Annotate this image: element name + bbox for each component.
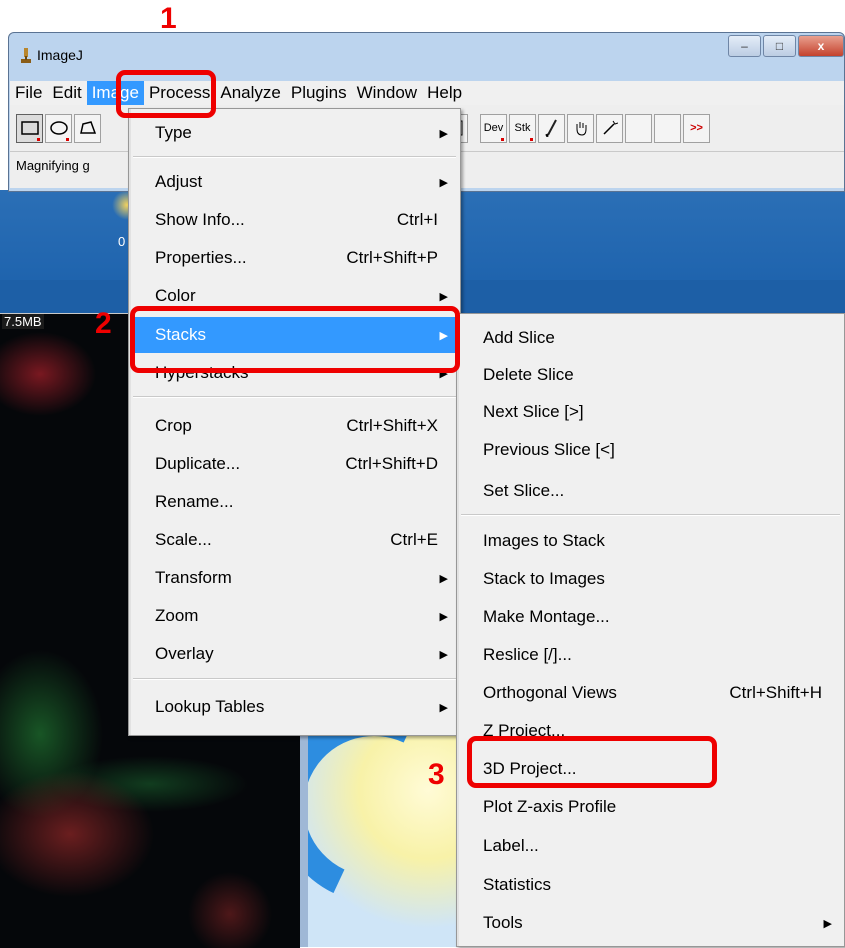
menu-item-previous-slice[interactable]: Previous Slice [<] xyxy=(459,432,842,468)
dev-label: Dev xyxy=(483,122,504,134)
menu-item-make-montage[interactable]: Make Montage... xyxy=(459,599,842,635)
submenu-arrow-icon: ▶ xyxy=(439,290,448,303)
submenu-arrow-icon: ▶ xyxy=(439,610,448,623)
empty-tool-slot-1[interactable] xyxy=(625,113,652,143)
menu-item-lookup-tables[interactable]: Lookup Tables ▶ xyxy=(131,689,458,725)
polygon-icon xyxy=(79,121,96,134)
submenu-arrow-icon: ▶ xyxy=(439,572,448,585)
dev-menu-tool[interactable]: Dev xyxy=(480,113,507,143)
menu-plugins[interactable]: Plugins xyxy=(286,81,352,105)
window-title: ImageJ xyxy=(37,47,83,63)
menu-item-adjust[interactable]: Adjust ▶ xyxy=(131,164,458,200)
menu-item-overlay[interactable]: Overlay ▶ xyxy=(131,636,458,672)
menu-item-delete-slice[interactable]: Delete Slice xyxy=(459,357,842,393)
menu-item-zoom[interactable]: Zoom ▶ xyxy=(131,598,458,634)
menu-item-duplicate[interactable]: Duplicate... Ctrl+Shift+D xyxy=(131,446,458,482)
image-size-label: 7.5MB xyxy=(2,314,44,329)
minimize-button[interactable]: – xyxy=(728,35,761,57)
menu-item-transform[interactable]: Transform ▶ xyxy=(131,560,458,596)
step-2-highlight-box xyxy=(130,306,460,373)
submenu-arrow-icon: ▶ xyxy=(439,176,448,189)
menu-help[interactable]: Help xyxy=(422,81,467,105)
maximize-icon: □ xyxy=(775,39,784,53)
menu-item-properties[interactable]: Properties... Ctrl+Shift+P xyxy=(131,240,458,276)
menu-item-scale[interactable]: Scale... Ctrl+E xyxy=(131,522,458,558)
brush-icon xyxy=(544,119,557,137)
menu-item-type[interactable]: Type ▶ xyxy=(131,115,458,151)
menu-separator xyxy=(461,514,840,516)
step-1-highlight-box xyxy=(116,70,216,118)
background-partial-text: 0 xyxy=(118,234,126,249)
menu-item-images-to-stack[interactable]: Images to Stack xyxy=(459,523,842,559)
menu-item-next-slice[interactable]: Next Slice [>] xyxy=(459,394,842,430)
menu-separator xyxy=(133,396,456,398)
submenu-arrow-icon: ▶ xyxy=(439,127,448,140)
menu-item-show-info[interactable]: Show Info... Ctrl+I xyxy=(131,202,458,238)
close-icon: x xyxy=(817,39,825,53)
more-tools-button[interactable]: >> xyxy=(683,113,710,143)
menu-separator xyxy=(133,156,456,158)
empty-tool-slot-2[interactable] xyxy=(654,113,681,143)
oval-icon xyxy=(49,121,68,135)
oval-tool[interactable] xyxy=(45,113,72,143)
menu-item-set-slice[interactable]: Set Slice... xyxy=(459,473,842,509)
image-menu: Type ▶ Adjust ▶ Show Info... Ctrl+I Propert… xyxy=(128,108,461,736)
rectangle-tool[interactable] xyxy=(16,113,43,143)
minimize-icon: – xyxy=(741,39,748,53)
menu-item-crop[interactable]: Crop Ctrl+Shift+X xyxy=(131,408,458,444)
stacks-submenu: Add Slice Delete Slice Next Slice [>] Pr… xyxy=(456,313,845,947)
rectangle-icon xyxy=(20,121,39,135)
step-3-number: 3 xyxy=(428,758,445,791)
stk-label: Stk xyxy=(514,122,531,134)
menu-item-stack-to-images[interactable]: Stack to Images xyxy=(459,561,842,597)
step-1-number: 1 xyxy=(160,2,177,35)
wand-tool[interactable] xyxy=(596,113,623,143)
submenu-arrow-icon: ▶ xyxy=(823,917,832,930)
menu-item-rename[interactable]: Rename... xyxy=(131,484,458,520)
step-2-number: 2 xyxy=(95,307,112,340)
menu-item-label[interactable]: Label... xyxy=(459,828,842,864)
brush-tool[interactable] xyxy=(538,113,565,143)
menu-file[interactable]: File xyxy=(10,81,47,105)
menu-item-statistics[interactable]: Statistics xyxy=(459,867,842,903)
stack-menu-tool[interactable]: Stk xyxy=(509,113,536,143)
hand-icon xyxy=(576,122,586,136)
menu-separator xyxy=(133,678,456,680)
menu-item-orthogonal-views[interactable]: Orthogonal Views Ctrl+Shift+H xyxy=(459,675,842,711)
hand-tool[interactable] xyxy=(567,113,594,143)
close-button[interactable]: x xyxy=(798,35,844,57)
menu-window[interactable]: Window xyxy=(352,81,422,105)
menu-item-tools[interactable]: Tools ▶ xyxy=(459,905,842,941)
more-tools-icon: >> xyxy=(690,122,703,134)
polygon-tool[interactable] xyxy=(74,113,101,143)
menu-item-add-slice[interactable]: Add Slice xyxy=(459,320,842,356)
submenu-arrow-icon: ▶ xyxy=(439,701,448,714)
menu-item-reslice[interactable]: Reslice [/]... xyxy=(459,637,842,673)
submenu-arrow-icon: ▶ xyxy=(439,648,448,661)
menu-edit[interactable]: Edit xyxy=(47,81,86,105)
wand-icon xyxy=(602,120,618,135)
maximize-button[interactable]: □ xyxy=(763,35,796,57)
menu-item-plot-z-axis-profile[interactable]: Plot Z-axis Profile xyxy=(459,789,842,825)
status-text: Magnifying g xyxy=(16,158,90,173)
microscope-icon xyxy=(21,48,31,63)
menu-analyze[interactable]: Analyze xyxy=(215,81,285,105)
step-3-highlight-box xyxy=(467,736,717,788)
